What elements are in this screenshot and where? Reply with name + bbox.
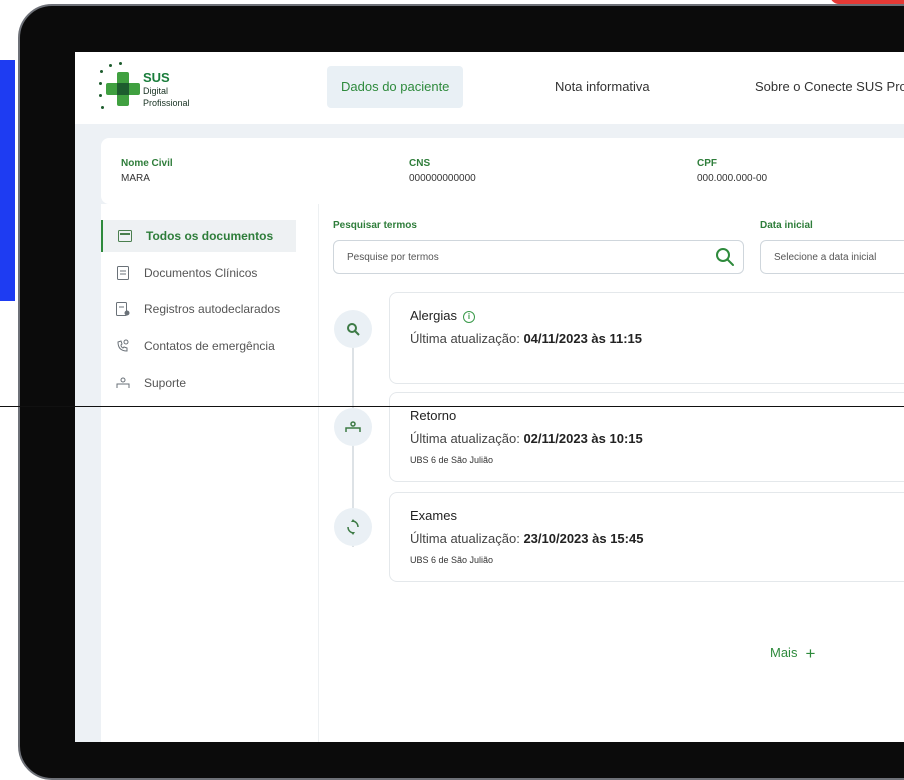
sidebar-item-label: Contatos de emergência (144, 339, 275, 353)
more-label: Mais (770, 645, 798, 660)
recycle-icon (334, 508, 372, 546)
documents-content: Pesquisar termos Pesquise por termos Dat… (319, 204, 904, 742)
patient-cpf-label: CPF (697, 158, 717, 169)
card-title-text: Alergias (410, 308, 457, 323)
main-panel: Todos os documentos Documentos Clínicos … (101, 204, 904, 742)
patient-name-label: Nome Civil (121, 158, 173, 169)
sidebar-item-suporte[interactable]: Suporte (101, 367, 294, 399)
app-screen: SUS Digital Profissional Dados do pacien… (75, 52, 904, 742)
patient-name-field: Nome Civil MARA (121, 158, 173, 184)
sidebar-item-documentos-clinicos[interactable]: Documentos Clínicos (101, 257, 294, 289)
date-placeholder: Selecione a data inicial (774, 252, 877, 263)
sidebar-item-todos-documentos[interactable]: Todos os documentos (101, 220, 296, 252)
sidebar-item-label: Suporte (144, 376, 187, 390)
document-card-alergias[interactable]: Alergias i Última atualização: 04/11/2023… (389, 292, 904, 384)
card-title: Retorno (410, 408, 457, 423)
card-location: UBS 6 de São Julião (410, 455, 494, 465)
more-button[interactable]: Mais + (770, 644, 815, 664)
logo-subtitle: Digital (143, 86, 169, 96)
logo-dot (119, 62, 122, 65)
document-card-exames[interactable]: Exames Última atualização: 23/10/2023 às… (389, 492, 904, 582)
self-declared-record-icon (114, 300, 132, 318)
search-input[interactable]: Pesquise por termos (333, 240, 744, 274)
patient-cns-value: 000000000000 (409, 173, 476, 184)
search-icon[interactable] (715, 247, 735, 267)
card-update: Última atualização: 23/10/2023 às 15:45 (410, 531, 643, 546)
sidebar-item-label: Todos os documentos (146, 229, 274, 243)
sidebar-item-contatos[interactable]: Contatos de emergência (101, 330, 294, 362)
tablet-frame: SUS Digital Profissional Dados do pacien… (18, 4, 904, 780)
tab-nota-informativa[interactable]: Nota informativa (541, 66, 664, 108)
logo-subtitle-2: Profissional (143, 98, 190, 108)
date-label: Data inicial (760, 220, 813, 231)
card-update-prefix: Última atualização: (410, 331, 524, 346)
sidebar-item-label: Registros autodeclarados (144, 302, 281, 316)
card-title: Alergias i (410, 308, 475, 323)
support-icon (114, 374, 132, 392)
search-label: Pesquisar termos (333, 220, 417, 231)
sidebar-item-label: Documentos Clínicos (144, 266, 258, 280)
card-update-prefix: Última atualização: (410, 531, 524, 546)
card-update-date: 02/11/2023 às 10:15 (523, 431, 643, 446)
card-title: Exames (410, 508, 457, 523)
logo-dot (99, 94, 102, 97)
clinical-document-icon (114, 264, 132, 282)
logo-cross-center (117, 83, 129, 95)
card-update: Última atualização: 02/11/2023 às 10:15 (410, 431, 643, 446)
patient-cns-label: CNS (409, 158, 431, 169)
search-icon (334, 310, 372, 348)
card-update-date: 04/11/2023 às 11:15 (523, 331, 643, 346)
logo-dot (109, 64, 112, 67)
logo-dot (100, 70, 103, 73)
patient-cpf-field: CPF 000.000.000-00 (697, 158, 767, 184)
search-placeholder: Pesquise por termos (347, 252, 439, 263)
plus-icon: + (805, 644, 816, 663)
tab-sobre[interactable]: Sobre o Conecte SUS Prof (741, 66, 904, 108)
logo-dot (101, 106, 104, 109)
logo-dot (99, 82, 102, 85)
patient-name-value: MARA (121, 173, 150, 184)
emergency-phone-icon (114, 337, 132, 355)
documents-icon (116, 227, 134, 245)
card-update-date: 23/10/2023 às 15:45 (523, 531, 644, 546)
logo-title: SUS (143, 70, 170, 85)
patient-info-bar: Nome Civil MARA CNS 000000000000 CPF 000… (101, 138, 904, 204)
brand-logo[interactable]: SUS Digital Profissional (95, 60, 235, 116)
patient-cpf-value: 000.000.000-00 (697, 173, 768, 184)
tab-dados-do-paciente[interactable]: Dados do paciente (327, 66, 464, 108)
side-blue-tab (0, 60, 15, 301)
patient-cns-field: CNS 000000000000 (409, 158, 476, 184)
bed-icon (334, 408, 372, 446)
info-icon[interactable]: i (462, 310, 475, 323)
date-input[interactable]: Selecione a data inicial (760, 240, 904, 274)
card-update: Última atualização: 04/11/2023 às 11:15 (410, 331, 642, 346)
top-navigation-bar: SUS Digital Profissional Dados do pacien… (75, 52, 904, 124)
card-location: UBS 6 de São Julião (410, 555, 494, 565)
divider-line (0, 406, 904, 407)
sidebar: Todos os documentos Documentos Clínicos … (101, 204, 319, 742)
sidebar-item-registros[interactable]: Registros autodeclarados (101, 293, 294, 325)
card-update-prefix: Última atualização: (410, 431, 524, 446)
